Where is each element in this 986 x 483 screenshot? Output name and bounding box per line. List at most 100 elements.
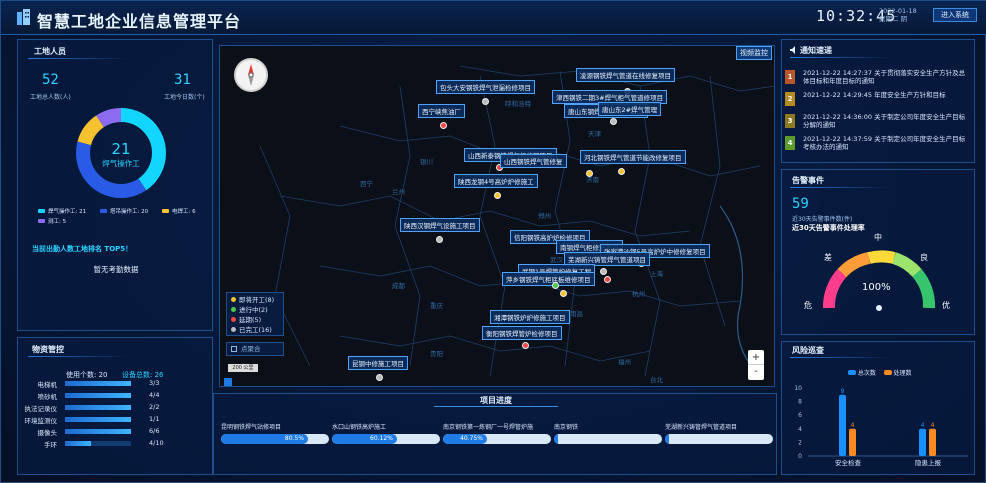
project-dot[interactable] [604,276,611,283]
legend-upcoming[interactable]: 即将开工(8) [231,295,279,305]
material-value: 2/2 [149,403,160,411]
project-dot[interactable] [376,374,383,381]
material-value: 4/4 [149,391,160,399]
project-marker-label[interactable]: 唐山东2#焊气管理 [598,102,662,116]
legend-swatch [100,209,107,213]
gauge-label-mid: 中 [874,233,882,242]
y-tick-label: 6 [798,412,802,419]
progress-title: 项目进度 [434,395,558,407]
legend-weld: 焊气操作工: 21 [38,207,100,217]
gauge-label-danger: 危 [804,301,812,310]
notice-item[interactable]: 2 2021-12-22 14:29:45 年度安全生产方针和目标 [785,91,967,106]
city-label: 兰州 [392,188,405,196]
project-marker-label[interactable]: 山西钢铁焊气管修复 [500,154,567,168]
gauge-value: 100% [862,282,891,293]
progress-fill [554,434,558,444]
city-label: 台北 [650,376,663,384]
material-bar-track [65,429,131,434]
project-dot[interactable] [436,236,443,243]
project-dot[interactable] [586,170,593,177]
project-dot[interactable] [522,342,529,349]
attendance-title: 当前出勤人数工地排名 TOP5！ [32,245,133,253]
project-marker-label[interactable]: 萍乡钢铁焊气柜底板维修项目 [502,272,595,286]
material-row: 执法记录仪 2/2 [21,403,191,413]
project-marker-label[interactable]: 西宁峡焦油厂 [418,104,465,118]
date-text: 2022-01-18 [879,7,917,15]
project-dot[interactable] [440,122,447,129]
project-dot[interactable] [494,192,501,199]
alarms-panel: 告警事件 59 近30天告警事件数(件) 近30天告警事件处理率 差 中 良 危… [781,169,975,335]
cluster-toggle[interactable]: 点聚合 [226,342,284,356]
map-compass[interactable] [234,58,268,92]
gauge-label-excellent: 优 [942,301,950,310]
legend-electric: 电焊工: 6 [162,207,204,217]
material-bar-track [65,417,131,422]
progress-item-name: 芜湖新兴铸管焊气管道项目 [665,424,738,431]
project-marker-label[interactable]: 凌源钢铁焊气管道在线修复项目 [576,68,675,82]
progress-bar: 80.5% [221,434,329,444]
bar-total [919,428,926,456]
legend-in-progress[interactable]: 进行中(2) [231,305,279,315]
workers-panel: 工地人员 52 工地总人数(人) 31 工地今日数(个) 21 焊气操作工 焊气… [17,39,213,331]
project-marker-label[interactable]: 湘潭钢铁炉炉修施工项目 [490,310,570,324]
project-marker-label[interactable]: 河北钢铁焊气管道节能改修复项目 [580,150,686,164]
y-tick-label: 2 [798,439,802,446]
material-label: 手环 [44,441,57,449]
city-label: 福州 [618,358,631,366]
notice-text: 2021-12-22 14:36:00 关于制定公司年度安全生产目标分解的通知 [803,113,966,129]
project-dot[interactable] [618,168,625,175]
enter-system-button[interactable]: 进入系统 [933,8,977,22]
notice-index-badge: 2 [785,92,795,106]
material-bar-fill [65,441,92,446]
legend-completed[interactable]: 已完工(16) [231,325,279,335]
legend-delayed[interactable]: 延期(5) [231,315,279,325]
app-root: { "header": { "title": "智慧工地企业信息管理平台", "… [0,0,986,483]
y-tick-label: 8 [798,399,802,406]
project-dot[interactable] [600,268,607,275]
material-row: 摄像头 6/6 [21,427,191,437]
video-monitor-button[interactable]: 视频监控 [736,46,772,60]
zoom-out-button[interactable]: - [748,365,764,380]
category-label: 隐患上报 [915,458,942,467]
city-label: 成都 [392,282,405,290]
project-marker-label[interactable]: 陕西龙钢4号高炉炉修施工 [454,174,538,188]
project-dot[interactable] [482,98,489,105]
city-label: 南昌 [570,310,583,318]
city-label: 西宁 [360,180,373,188]
material-label: 摄像头 [37,429,58,437]
material-label: 喷砂机 [37,393,58,401]
project-marker-label[interactable]: 包头大安钢铁焊气泄漏检修项目 [436,80,535,94]
alarm-rate-title: 近30天告警事件处理率 [792,224,865,232]
notice-item[interactable]: 1 2021-12-22 14:27:37 关于贯彻落实安全生产方针及总体目标和年… [785,69,967,85]
project-dot[interactable] [552,282,559,289]
city-label: 贵阳 [430,350,443,358]
city-label: 银川 [420,158,433,166]
y-tick-label: 4 [798,426,802,433]
title-underline [28,58,128,59]
city-label: 武汉 [550,256,563,264]
title-underline [28,356,128,357]
project-dot[interactable] [610,118,617,125]
progress-bar [665,434,773,444]
project-map[interactable]: 呼和浩特 银川 西宁 兰州 天津 济南 郑州 西安 武汉 南京 合肥 上海 杭州… [219,45,775,387]
project-dot[interactable] [560,290,567,297]
notice-item[interactable]: 4 2021-12-22 14:37:59 关于制定公司年度安全生产目标考核办法的… [785,135,967,151]
risk-bar-chart: 0246810 94安全检查4 4隐患上报 [794,385,968,467]
project-marker-label[interactable]: 昆钢中修施工项目 [348,356,408,370]
cluster-label: 点聚合 [241,345,261,353]
project-marker-label[interactable]: 衡阳钢铁焊管炉检修项目 [482,326,562,340]
gauge-seg-excellent [912,269,936,309]
material-label: 电梯机 [37,381,58,389]
y-tick-label: 0 [798,453,802,460]
notice-item[interactable]: 3 2021-12-22 14:36:00 关于制定公司年度安全生产目标分解的通知 [785,113,967,129]
notice-text: 2021-12-22 14:27:37 关于贯彻落实安全生产方针及总体目标和年度… [803,69,966,85]
zoom-in-button[interactable]: + [748,350,764,365]
material-row: 环境监测仪 1/1 [21,415,191,425]
material-bar-track [65,405,131,410]
cluster-checkbox[interactable] [231,346,237,352]
legend-label: 塔吊操作工 [110,209,138,215]
gauge-hub [876,305,882,311]
material-row: 电梯机 3/3 [21,379,191,389]
weather-text: 星期二 阴 [879,15,908,23]
project-marker-label[interactable]: 陕西汉钢焊气设施工项目 [400,218,480,232]
